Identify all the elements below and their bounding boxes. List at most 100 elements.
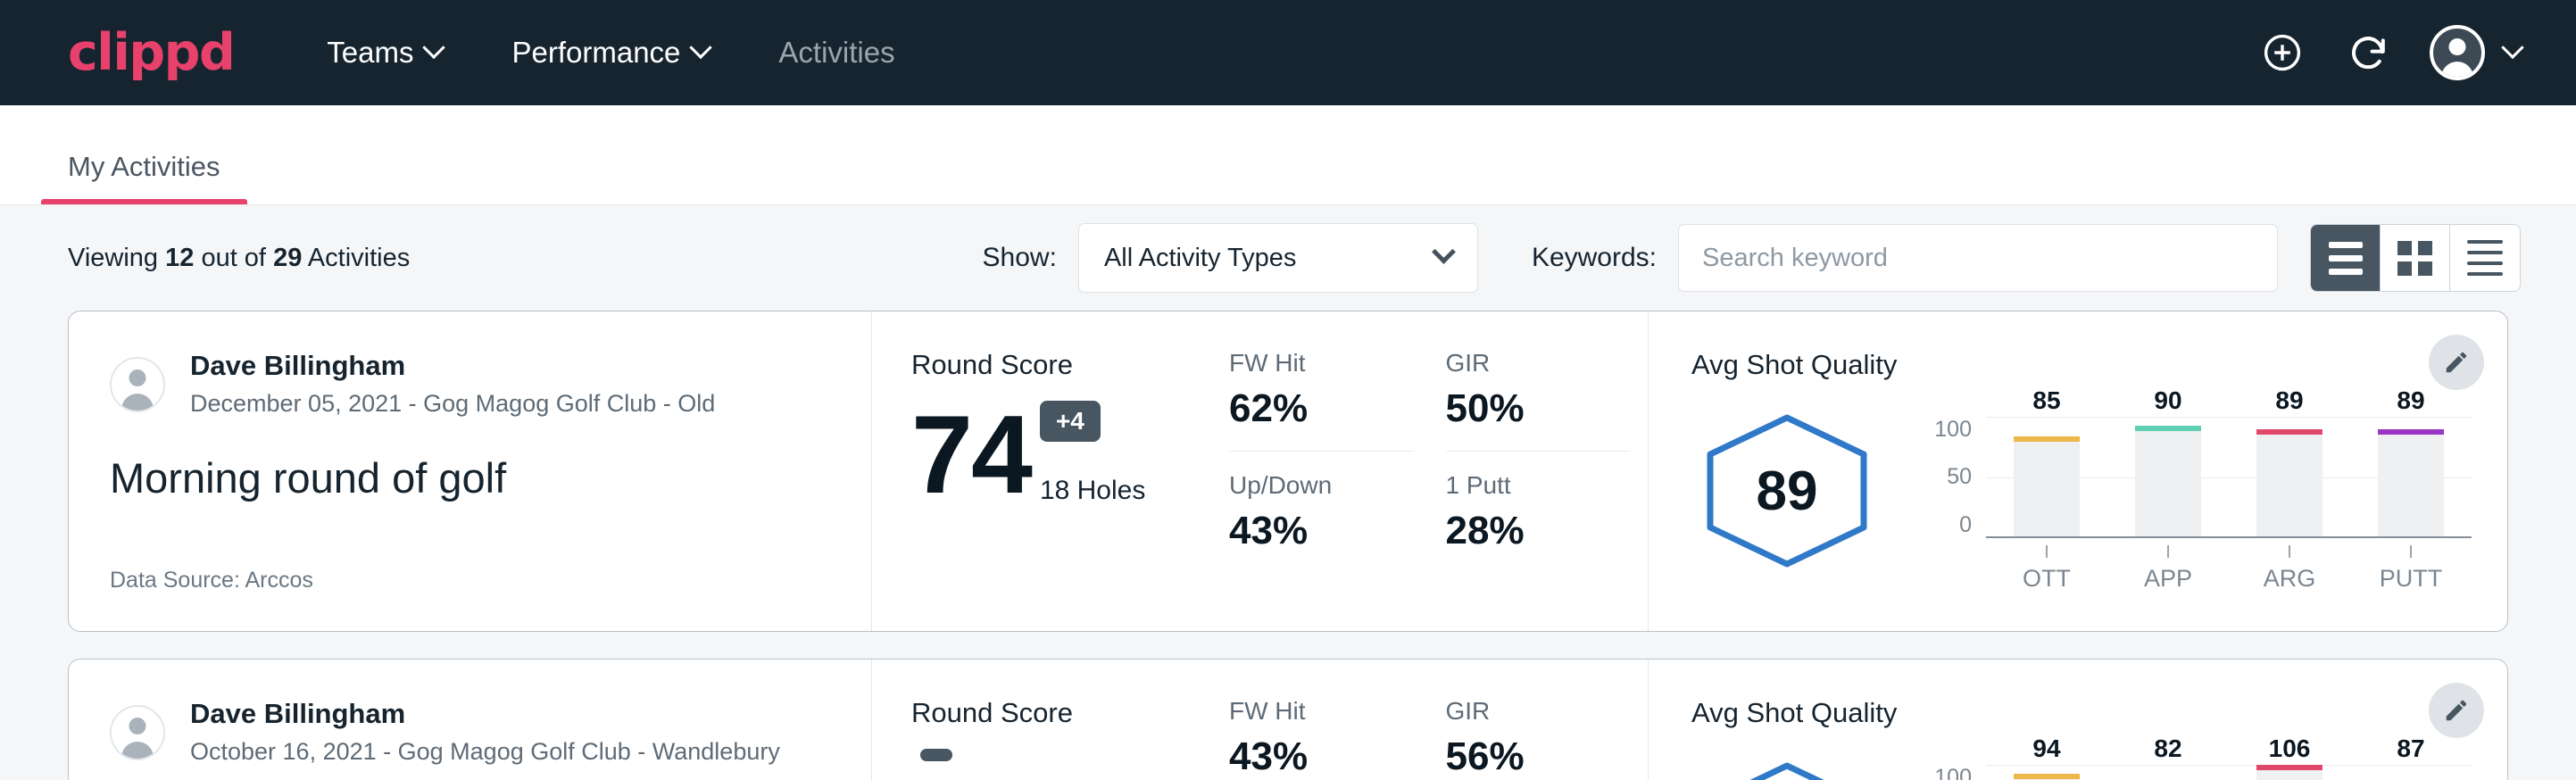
activity-card[interactable]: Dave Billingham December 05, 2021 - Gog … [68,311,2508,632]
stat-value: 56% [1446,734,1631,779]
data-source: Data Source: Arccos [110,568,830,593]
activity-title: Morning round of golf [110,453,830,502]
grid-view-icon [2397,241,2432,276]
nav-item-performance[interactable]: Performance [499,27,721,79]
tab-my-activities[interactable]: My Activities [41,151,247,204]
shot-quality-hexagon: 89 [1691,412,1882,569]
x-label-ott: OTT [2023,565,2071,593]
chart-x-axis: OTT APP ARG PUTT [1986,545,2472,593]
add-circle-icon[interactable] [2258,29,2306,77]
stat-label: GIR [1446,697,1631,726]
stat-value: 43% [1229,734,1414,779]
avg-shot-quality-label: Avg Shot Quality [1691,697,2472,729]
nav-item-teams[interactable]: Teams [314,27,454,79]
filter-controls: Show: All Activity Types Keywords: [983,223,2521,293]
chart-bar-app: 90 [2107,417,2229,536]
x-label-arg: ARG [2264,565,2316,593]
chevron-down-icon [1432,239,1456,263]
search-input[interactable] [1678,224,2278,292]
activity-meta: October 16, 2021 - Gog Magog Golf Club -… [190,734,780,769]
nav-item-label: Activities [778,36,894,70]
tab-label: My Activities [68,151,220,182]
activity-summary: Dave Billingham December 05, 2021 - Gog … [69,311,872,631]
nav-item-label: Performance [511,36,680,70]
chart-bar-app: 82 [2107,765,2229,780]
stat-value: 62% [1229,386,1414,431]
player-name: Dave Billingham [190,349,715,384]
edit-activity-button[interactable] [2429,335,2484,390]
view-mode-compact[interactable] [2450,225,2520,291]
activity-meta: December 05, 2021 - Gog Magog Golf Club … [190,386,715,421]
round-stats: FW Hit 62% GIR 50% Up/Down 43% 1 Putt 28… [1229,311,1649,631]
chart-bar-ott: 85 [1986,417,2107,536]
chart-bars: 94 82 106 [1986,765,2472,780]
activity-list: Dave Billingham December 05, 2021 - Gog … [0,311,2576,780]
stat-value: 50% [1446,386,1631,431]
stat-label: GIR [1446,349,1631,378]
round-score-block: Round Score [872,660,1229,780]
y-tick-50: 50 [1947,464,1972,490]
chart-y-axis: 100 50 0 [1918,417,1972,538]
nav-item-activities[interactable]: Activities [766,27,907,79]
round-stats: FW Hit 43% GIR 56% [1229,660,1649,780]
viewing-total: 29 [273,244,302,272]
stat-gir: GIR 50% [1446,349,1631,452]
list-view-icon [2329,242,2363,275]
bar-cap-putt [2378,429,2444,435]
avg-shot-quality-label: Avg Shot Quality [1691,349,2472,381]
x-label-putt: PUTT [2380,565,2443,593]
stat-gir: GIR 56% [1446,697,1631,780]
compact-view-icon [2467,240,2503,276]
shot-quality-value: 89 [1702,412,1872,569]
stat-value: 28% [1446,509,1631,553]
avatar [110,705,165,760]
chart-plot-area: 94 82 106 [1986,743,2472,780]
x-label-app: APP [2144,565,2192,593]
stat-label: Up/Down [1229,471,1414,500]
avatar-head [2449,38,2466,55]
bar-cap-arg [2256,429,2323,435]
navbar-actions [2258,25,2521,80]
view-mode-list[interactable] [2311,225,2381,291]
viewing-count: 12 [165,244,194,272]
refresh-icon[interactable] [2344,29,2392,77]
chevron-down-icon [423,37,445,59]
chart-y-axis: 100 50 0 [1918,765,1972,780]
edit-activity-button[interactable] [2429,683,2484,738]
avg-shot-quality-block: Avg Shot Quality 89 100 50 0 [1649,311,2507,631]
bar-cap-ott [2014,436,2080,442]
bar-cap-app [2135,426,2201,431]
viewing-prefix: Viewing [68,244,158,272]
chart-bar-arg: 106 [2229,765,2350,780]
chevron-down-icon [690,37,712,59]
stat-one-putt: 1 Putt 28% [1446,452,1631,553]
activity-summary: Dave Billingham October 16, 2021 - Gog M… [69,660,872,780]
chart-bars: 85 90 [1986,417,2472,536]
chart-bar-ott: 94 [1986,765,2107,780]
holes-count: 18 Holes [1040,476,1145,506]
nav-item-label: Teams [327,36,413,70]
round-score-label: Round Score [911,349,1229,381]
avatar [110,357,165,412]
shot-quality-hexagon [1691,760,1882,780]
avatar-body [2441,62,2473,80]
account-menu[interactable] [2430,25,2521,80]
viewing-middle: out of [201,244,266,272]
top-navbar: clippd Teams Performance Activities [0,0,2576,105]
view-mode-grid[interactable] [2381,225,2450,291]
viewing-summary: Viewing 12 out of 29 Activities [68,244,410,273]
avatar [2430,25,2485,80]
stat-up-down: Up/Down 43% [1229,452,1414,553]
y-tick-100: 100 [1934,417,1972,443]
player-name: Dave Billingham [190,697,780,732]
stat-fw-hit: FW Hit 43% [1229,697,1414,780]
activity-type-select[interactable]: All Activity Types [1078,223,1478,293]
chart-bar-arg: 89 [2229,417,2350,536]
score-to-par-badge [920,749,952,761]
stat-label: FW Hit [1229,697,1414,726]
tab-bar: My Activities [0,105,2576,205]
activity-author: Dave Billingham October 16, 2021 - Gog M… [110,697,830,769]
brand-logo[interactable]: clippd [68,23,234,82]
activity-card[interactable]: Dave Billingham October 16, 2021 - Gog M… [68,659,2508,780]
y-tick-100: 100 [1934,765,1972,780]
